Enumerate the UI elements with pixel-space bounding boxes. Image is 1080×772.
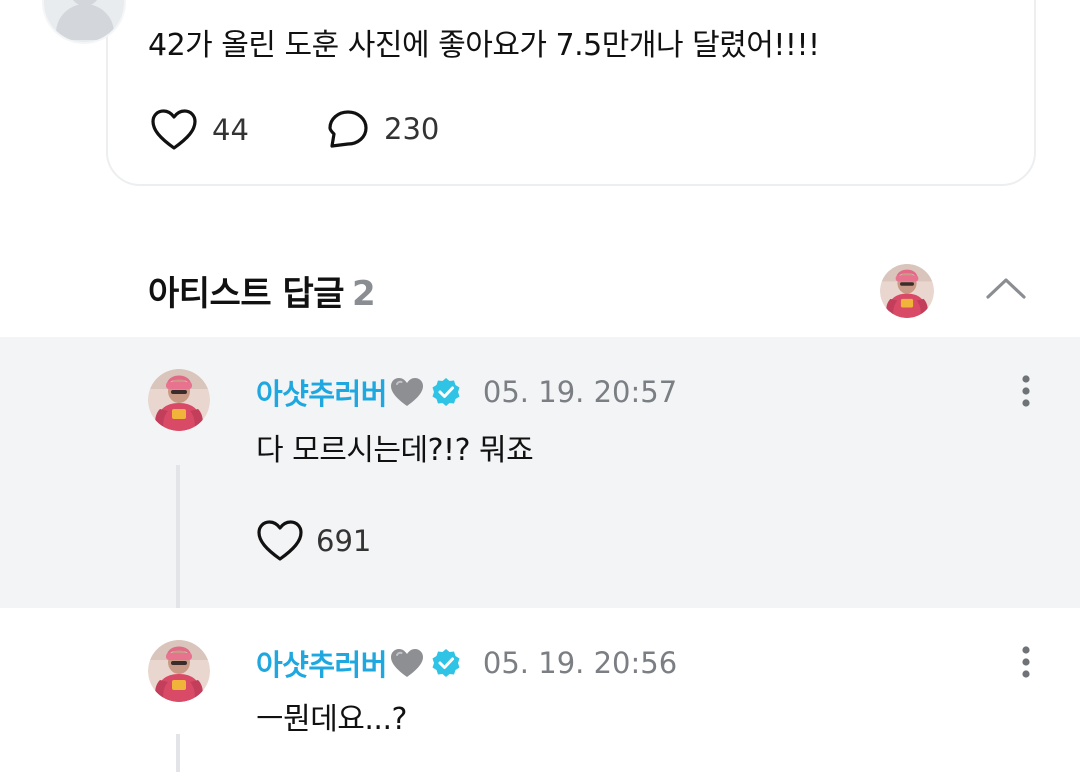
gray-heart-icon (390, 378, 423, 406)
verified-badge-icon (432, 649, 460, 677)
post-like-button[interactable]: 44 (150, 108, 249, 152)
reply-more-button[interactable] (1010, 642, 1042, 682)
artist-reply-item: 아샷추러버 05. 19. 20:57 다 모르시는데?!? 뭐죠 691 (0, 337, 1080, 608)
reply-timestamp: 05. 19. 20:57 (482, 375, 678, 409)
speech-bubble-icon (328, 110, 368, 148)
reply-meta: 아샷추러버 05. 19. 20:56 (256, 642, 677, 684)
heart-outline-icon (256, 519, 304, 563)
reply-author-name[interactable]: 아샷추러버 (256, 371, 387, 413)
collapse-replies-button[interactable] (982, 268, 1030, 308)
reply-meta: 아샷추러버 05. 19. 20:57 (256, 371, 677, 413)
reply-text: 다 모르시는데?!? 뭐죠 (256, 433, 534, 468)
reply-author-avatar[interactable] (148, 640, 210, 702)
vertical-dots-icon (1022, 646, 1030, 678)
avatar-placeholder-body (56, 4, 114, 40)
reply-author-avatar[interactable] (148, 369, 210, 431)
artist-replies-title: 아티스트 답글 (148, 274, 345, 314)
post-author-avatar[interactable] (42, 0, 126, 44)
thread-line (176, 734, 180, 772)
vertical-dots-icon (1022, 375, 1030, 407)
post-like-count: 44 (212, 113, 249, 147)
reply-like-count: 691 (316, 524, 372, 558)
post-comment-button[interactable]: 230 (326, 108, 439, 150)
heart-outline-icon (150, 108, 198, 152)
chevron-up-icon (986, 278, 1026, 299)
app-screen: 42가 올린 도훈 사진에 좋아요가 7.5만개나 달렸어!!!! 44 230… (0, 0, 1080, 772)
artist-reply-item: 아샷추러버 05. 19. 20:56 ㅡ뭔데요...? (0, 608, 1080, 772)
artist-replies-header: 아티스트 답글 2 (148, 266, 376, 315)
artist-avatar[interactable] (880, 264, 934, 318)
post-text: 42가 올린 도훈 사진에 좋아요가 7.5만개나 달렸어!!!! (148, 28, 820, 63)
post-comment-count: 230 (384, 112, 440, 146)
reply-author-name[interactable]: 아샷추러버 (256, 642, 387, 684)
gray-heart-icon (390, 649, 423, 677)
artist-replies-count: 2 (352, 274, 376, 314)
reply-text: ㅡ뭔데요...? (256, 702, 407, 737)
thread-line (176, 465, 180, 608)
reply-more-button[interactable] (1010, 371, 1042, 411)
reply-like-button[interactable]: 691 (256, 519, 371, 563)
verified-badge-icon (432, 378, 460, 406)
reply-timestamp: 05. 19. 20:56 (482, 646, 678, 680)
